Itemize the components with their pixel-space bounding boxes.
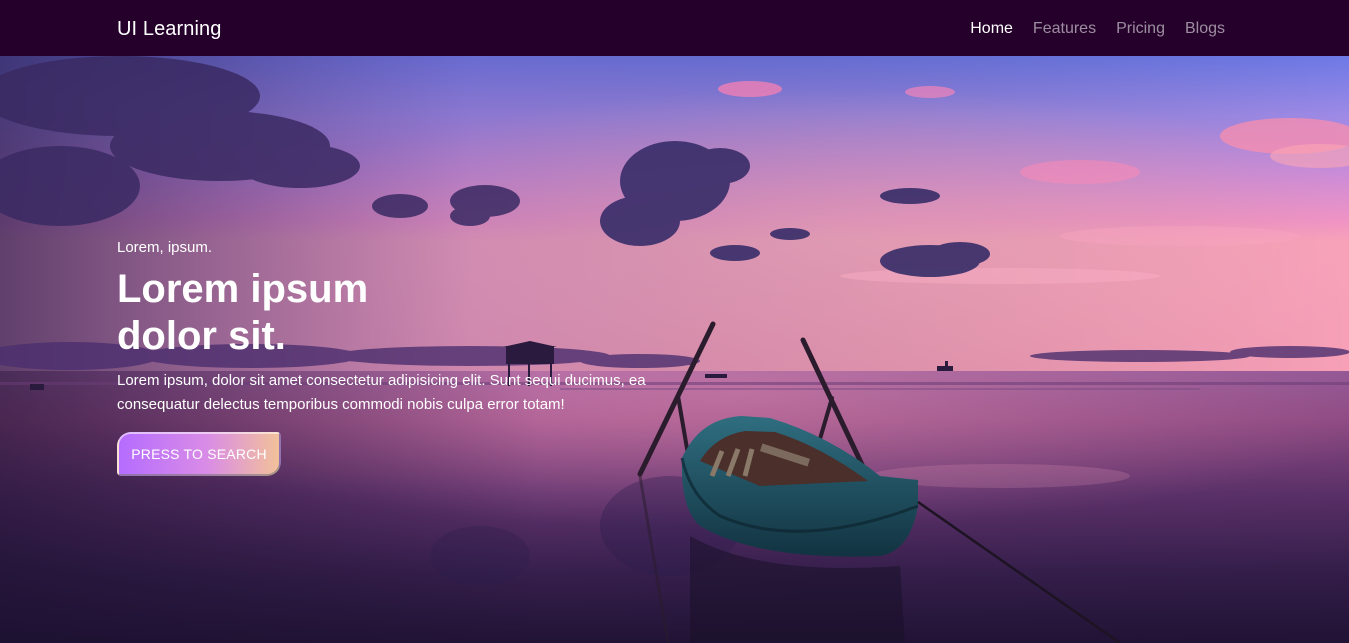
top-navbar: UI Learning Home Features Pricing Blogs: [0, 0, 1349, 56]
search-button[interactable]: PRESS TO SEARCH: [117, 432, 281, 476]
hero-eyebrow: Lorem, ipsum.: [117, 239, 213, 256]
nav-link-blogs[interactable]: Blogs: [1185, 19, 1225, 39]
brand-logo[interactable]: UI Learning: [117, 17, 222, 41]
nav-links: Home Features Pricing Blogs: [950, 19, 1225, 39]
hero-section: Lorem, ipsum. Lorem ipsum dolor sit. Lor…: [0, 56, 1349, 643]
nav-link-features[interactable]: Features: [1033, 19, 1096, 39]
hero-description: Lorem ipsum, dolor sit amet consectetur …: [117, 372, 646, 413]
nav-link-pricing[interactable]: Pricing: [1116, 19, 1165, 39]
hero-headline: Lorem ipsum dolor sit.: [117, 267, 369, 358]
nav-link-home[interactable]: Home: [970, 19, 1013, 39]
